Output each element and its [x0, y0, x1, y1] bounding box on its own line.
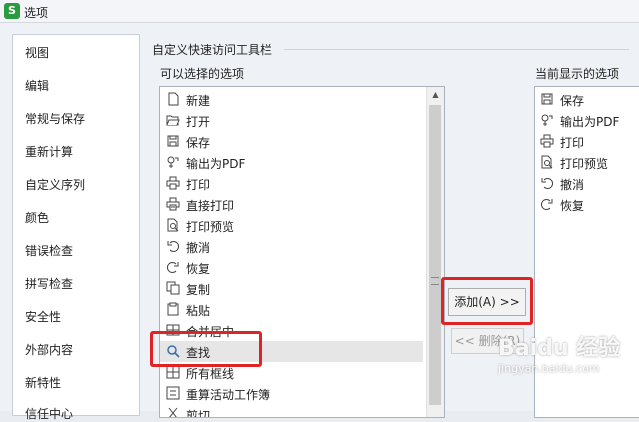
app-logo-icon: S: [4, 3, 20, 19]
pdf-export-icon: [541, 114, 553, 126]
list-item-label: 输出为PDF: [186, 157, 246, 171]
section-divider: [284, 49, 629, 50]
list-item-label: 撤消: [560, 178, 585, 192]
undo-icon: [541, 178, 553, 189]
list-item[interactable]: 保存: [160, 131, 423, 152]
list-item[interactable]: 粘贴: [160, 299, 423, 320]
current-options-list[interactable]: 保存 输出为PDF 打印 打印预览 撤消 恢复: [534, 86, 639, 418]
all-borders-icon: [166, 365, 180, 379]
list-item-label: 直接打印: [186, 199, 235, 213]
scrollbar-thumb[interactable]: [429, 105, 441, 405]
list-item[interactable]: 输出为PDF: [160, 152, 423, 173]
list-item[interactable]: 打开: [160, 110, 423, 131]
list-item[interactable]: 撤消: [535, 173, 639, 194]
available-options-list[interactable]: 新建 打开 保存 输出为PDF 打印 直接打印 打印预览 撤消 恢复 复制 粘贴: [159, 86, 445, 418]
list-item[interactable]: 打印: [535, 131, 639, 152]
list-item[interactable]: 打印: [160, 173, 423, 194]
list-item[interactable]: 所有框线: [160, 362, 423, 383]
printer-icon: [166, 176, 180, 190]
title-bar: S 选项: [0, 0, 639, 23]
sidebar-item-color[interactable]: 颜色: [25, 209, 49, 226]
window-title: 选项: [24, 6, 49, 20]
list-item-label: 新建: [186, 94, 211, 108]
list-item[interactable]: 打印预览: [535, 152, 639, 173]
list-item-label: 打开: [186, 115, 211, 129]
add-button[interactable]: 添加(A) >>: [448, 288, 526, 316]
pdf-export-icon: [167, 156, 179, 168]
merge-center-icon: [166, 324, 180, 336]
list-item-label: 恢复: [560, 199, 585, 213]
print-preview-icon: [167, 218, 179, 232]
direct-print-icon: [166, 197, 180, 211]
sidebar-item-edit[interactable]: 编辑: [25, 77, 49, 94]
list-item-label: 复制: [186, 283, 211, 297]
section-title: 自定义快速访问工具栏: [152, 43, 273, 57]
sidebar-item-general-save[interactable]: 常规与保存: [25, 110, 85, 127]
list-item-selected[interactable]: 查找: [160, 341, 423, 362]
copy-icon: [166, 281, 180, 295]
scrollbar-grip-icon: [431, 277, 439, 285]
sidebar-item-view[interactable]: 视图: [25, 44, 49, 61]
undo-icon: [167, 241, 179, 252]
list-item-label: 打印预览: [560, 157, 609, 171]
list-item-label: 保存: [560, 94, 585, 108]
list-item[interactable]: 合并居中: [160, 320, 423, 341]
list-item[interactable]: 撤消: [160, 236, 423, 257]
search-icon: [167, 345, 180, 358]
recalculate-icon: [166, 386, 180, 400]
scroll-up-arrow-icon[interactable]: ▲: [427, 87, 444, 103]
list-item-label: 输出为PDF: [560, 115, 620, 129]
save-icon: [541, 93, 553, 105]
list-item-label: 查找: [186, 346, 211, 360]
list-item[interactable]: 复制: [160, 278, 423, 299]
sidebar-item-new-features[interactable]: 新特性: [25, 374, 61, 391]
list-item-label: 恢复: [186, 262, 211, 276]
new-document-icon: [168, 92, 179, 106]
remove-button[interactable]: << 删除(R): [451, 328, 524, 354]
sidebar-item-error-check[interactable]: 错误检查: [25, 242, 73, 259]
sidebar-item-spell-check[interactable]: 拼写检查: [25, 275, 73, 292]
sidebar-item-external-content[interactable]: 外部内容: [25, 341, 73, 358]
current-options-label: 当前显示的选项: [535, 67, 620, 81]
print-preview-icon: [541, 155, 553, 169]
list-item[interactable]: 重算活动工作簿: [160, 383, 423, 404]
list-item-label: 打印: [560, 136, 585, 150]
sidebar-item-security[interactable]: 安全性: [25, 308, 61, 325]
available-options-label: 可以选择的选项: [160, 67, 245, 81]
list-item[interactable]: 恢复: [535, 194, 639, 215]
paste-icon: [167, 302, 179, 316]
list-item[interactable]: 输出为PDF: [535, 110, 639, 131]
list-item-label: 保存: [186, 136, 211, 150]
list-item-label: 打印: [186, 178, 211, 192]
list-item-label: 所有框线: [186, 367, 235, 381]
sidebar-item-recalculate[interactable]: 重新计算: [25, 143, 73, 160]
list-item-label: 打印预览: [186, 220, 235, 234]
list-item-label: 粘贴: [186, 304, 211, 318]
list-item[interactable]: 剪切: [160, 404, 423, 418]
folder-open-icon: [166, 115, 180, 126]
redo-icon: [167, 262, 179, 273]
available-list-scrollbar[interactable]: ▲: [426, 87, 444, 417]
list-item[interactable]: 直接打印: [160, 194, 423, 215]
list-item[interactable]: 打印预览: [160, 215, 423, 236]
sidebar-item-trust-center[interactable]: 信任中心: [25, 405, 73, 422]
list-item[interactable]: 新建: [160, 89, 423, 110]
sidebar: 视图 编辑 常规与保存 重新计算 自定义序列 颜色 错误检查 拼写检查 安全性 …: [12, 34, 140, 421]
list-item-label: 重算活动工作簿: [186, 388, 271, 402]
list-item-label: 撤消: [186, 241, 211, 255]
printer-icon: [540, 134, 554, 148]
save-icon: [167, 135, 179, 147]
cut-icon: [168, 407, 178, 417]
redo-icon: [541, 199, 553, 210]
list-item[interactable]: 保存: [535, 89, 639, 110]
list-item-label: 剪切: [186, 409, 211, 418]
list-item[interactable]: 恢复: [160, 257, 423, 278]
list-item-label: 合并居中: [186, 325, 235, 339]
sidebar-item-custom-lists[interactable]: 自定义序列: [25, 176, 85, 193]
